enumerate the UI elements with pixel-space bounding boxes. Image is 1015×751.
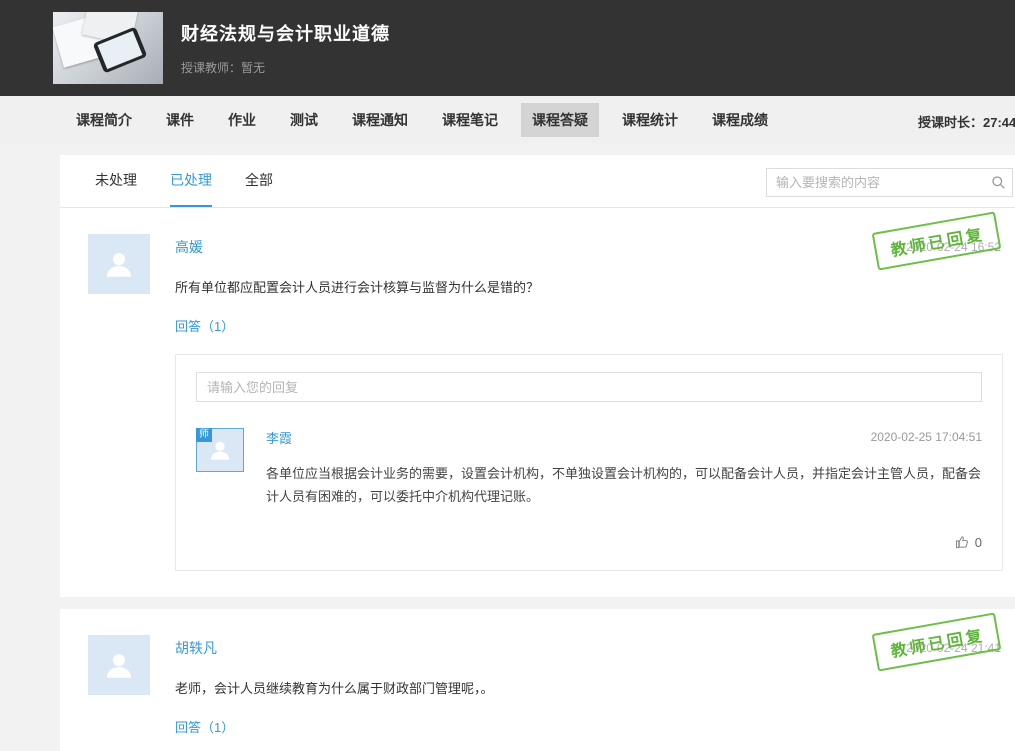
reply-item: 师 李霞 2020-02-25 17:04:51 各单位应当根据会计业务的需要，… xyxy=(196,428,982,554)
reply-avatar: 师 xyxy=(196,428,244,472)
reply-box: 师 李霞 2020-02-25 17:04:51 各单位应当根据会计业务的需要，… xyxy=(175,354,1003,572)
course-title: 财经法规与会计职业道德 xyxy=(181,24,390,44)
nav-tab-stats[interactable]: 课程统计 xyxy=(611,103,689,137)
search-box xyxy=(766,168,1013,197)
nav-tab-courseware[interactable]: 课件 xyxy=(155,103,205,137)
teacher-badge: 师 xyxy=(196,428,212,442)
reply-text: 各单位应当根据会计业务的需要，设置会计机构，不单独设置会计机构的，可以配备会计人… xyxy=(266,466,982,505)
like-count: 0 xyxy=(974,534,982,550)
filter-tab-all[interactable]: 全部 xyxy=(245,155,273,207)
question-avatar xyxy=(88,635,150,696)
question-text: 所有单位都应配置会计人员进行会计核算与监督为什么是错的？ xyxy=(175,280,540,295)
course-nav: 课程简介 课件 作业 测试 课程通知 课程笔记 课程答疑 课程统计 课程成绩 授… xyxy=(0,96,1015,143)
teaching-duration-label: 授课时长：27:44 xyxy=(918,115,1015,130)
question-block: 2020-02-24 16:52 教师已回复 高媛 所有单位都应配置会计人员进行… xyxy=(60,208,1015,597)
thumbs-up-icon xyxy=(955,536,968,549)
course-teacher-label: 授课教师：暂无 xyxy=(181,61,266,75)
filter-tab-unprocessed[interactable]: 未处理 xyxy=(95,155,137,207)
question-block: 2020-02-24 21:41 教师已回复 胡轶凡 老师，会计人员继续教育为什… xyxy=(60,609,1015,751)
search-icon[interactable] xyxy=(984,175,1012,190)
nav-tab-qa[interactable]: 课程答疑 xyxy=(521,102,599,137)
qa-card: 2020-02-24 21:41 教师已回复 胡轶凡 老师，会计人员继续教育为什… xyxy=(60,609,1015,751)
user-icon xyxy=(106,654,132,679)
user-icon xyxy=(106,253,132,277)
nav-tab-intro[interactable]: 课程简介 xyxy=(65,103,143,137)
qa-card: 未处理 已处理 全部 2020-02-24 16:52 xyxy=(60,155,1015,598)
app-header: 财经法规与会计职业道德 授课教师：暂无 xyxy=(0,0,1015,96)
answers-toggle-link[interactable]: 回答（1） xyxy=(175,316,234,335)
reply-input[interactable] xyxy=(196,372,982,402)
nav-tab-test[interactable]: 测试 xyxy=(279,103,329,137)
nav-tab-homework[interactable]: 作业 xyxy=(217,103,267,137)
search-input[interactable] xyxy=(767,175,984,190)
nav-tab-grades[interactable]: 课程成绩 xyxy=(701,103,779,137)
course-thumbnail-image xyxy=(53,12,163,84)
question-author[interactable]: 高媛 xyxy=(175,237,203,257)
answers-toggle-link[interactable]: 回答（1） xyxy=(175,717,234,736)
nav-tab-notice[interactable]: 课程通知 xyxy=(341,103,419,137)
filter-bar: 未处理 已处理 全部 xyxy=(60,155,1015,208)
question-text: 老师，会计人员继续教育为什么属于财政部门管理呢，。 xyxy=(175,681,494,697)
reply-author[interactable]: 李霞 xyxy=(266,431,292,446)
nav-tab-notes[interactable]: 课程笔记 xyxy=(431,103,509,137)
filter-tab-processed[interactable]: 已处理 xyxy=(170,155,212,207)
reply-timestamp: 2020-02-25 17:04:51 xyxy=(870,430,982,444)
like-button[interactable]: 0 xyxy=(955,535,982,550)
question-author[interactable]: 胡轶凡 xyxy=(175,638,217,658)
question-avatar xyxy=(88,234,150,294)
